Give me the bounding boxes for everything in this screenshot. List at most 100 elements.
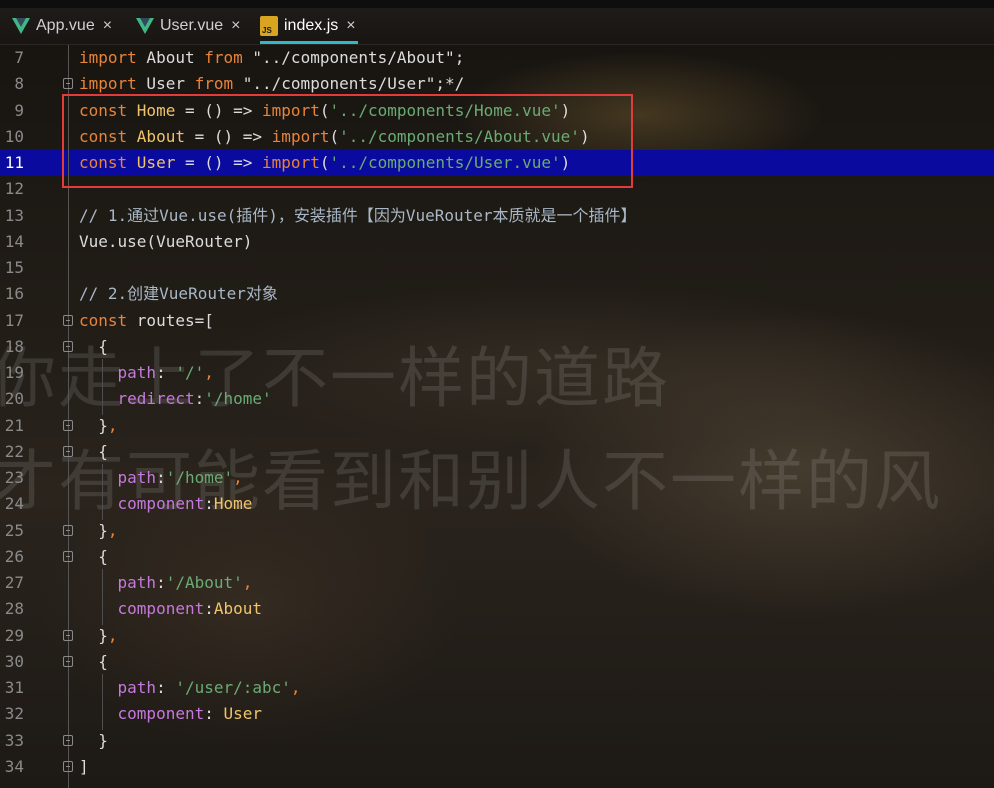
code-token: "../components/About"; bbox=[242, 48, 465, 67]
fold-toggle-icon[interactable] bbox=[63, 419, 73, 431]
tab-user-vue[interactable]: User.vue × bbox=[136, 8, 240, 44]
line-number: 24 bbox=[4, 494, 24, 514]
code-text: component:About bbox=[79, 596, 263, 622]
code-line[interactable]: 7 import About from "../components/About"… bbox=[0, 45, 994, 71]
close-icon[interactable]: × bbox=[346, 17, 355, 35]
code-token: Home bbox=[213, 494, 253, 514]
code-token: , bbox=[107, 520, 118, 540]
code-text: const routes=[ bbox=[79, 308, 214, 334]
code-line[interactable]: 18 { bbox=[0, 334, 994, 360]
code-token: User bbox=[136, 74, 195, 94]
code-token: : bbox=[204, 494, 214, 514]
line-number: 18 bbox=[4, 336, 24, 356]
code-token: '/' bbox=[175, 363, 205, 382]
code-line[interactable]: 21 }, bbox=[0, 413, 994, 439]
code-token: component bbox=[117, 599, 205, 619]
code-token: // 2.创建VueRouter对象 bbox=[79, 284, 278, 304]
code-line[interactable]: 28 component:About bbox=[0, 596, 994, 622]
code-text: // 1.通过Vue.use(插件)，安装插件【因为VueRouter本质就是一… bbox=[79, 203, 637, 229]
code-text: }, bbox=[79, 518, 118, 544]
code-text: { bbox=[79, 334, 108, 360]
code-line[interactable]: 20 redirect:'/home' bbox=[0, 386, 994, 412]
fold-toggle-icon[interactable] bbox=[63, 550, 73, 562]
fold-toggle-icon[interactable] bbox=[63, 655, 73, 667]
code-line[interactable]: 29 }, bbox=[0, 623, 994, 649]
code-line[interactable]: 24 component:Home bbox=[0, 491, 994, 517]
line-number: 30 bbox=[4, 651, 24, 671]
line-number: 27 bbox=[4, 573, 24, 592]
code-token: "../components/User";*/ bbox=[233, 74, 465, 94]
code-token: : bbox=[194, 389, 205, 409]
line-number: 26 bbox=[4, 546, 24, 566]
line-number: 23 bbox=[4, 468, 24, 487]
code-token: path bbox=[117, 678, 157, 697]
fold-toggle-icon[interactable] bbox=[63, 314, 73, 326]
code-line[interactable]: 13 // 1.通过Vue.use(插件)，安装插件【因为VueRouter本质就… bbox=[0, 203, 994, 229]
line-number: 17 bbox=[4, 310, 24, 330]
code-editor[interactable]: 你走上了不一样的道路 才有可能看到和别人不一样的风 7 import About … bbox=[0, 45, 994, 788]
code-line[interactable]: 27 path:'/About', bbox=[0, 570, 994, 596]
code-token: , bbox=[204, 363, 214, 382]
code-line[interactable]: 16 // 2.创建VueRouter对象 bbox=[0, 281, 994, 307]
fold-toggle-icon[interactable] bbox=[63, 734, 73, 746]
code-token: : bbox=[156, 468, 166, 487]
code-token: , bbox=[107, 625, 118, 645]
line-number: 21 bbox=[4, 415, 24, 435]
code-text: redirect:'/home' bbox=[79, 386, 272, 412]
code-token: path bbox=[117, 468, 157, 487]
fold-toggle-icon[interactable] bbox=[63, 629, 73, 641]
code-text: // 2.创建VueRouter对象 bbox=[79, 281, 278, 307]
code-line[interactable]: 34] bbox=[0, 754, 994, 780]
code-token: { bbox=[79, 651, 108, 671]
code-text: ] bbox=[79, 754, 89, 780]
code-token: from bbox=[204, 48, 243, 67]
code-line[interactable]: 31 path: '/user/:abc', bbox=[0, 675, 994, 701]
code-token: '/user/:abc' bbox=[175, 678, 291, 697]
code-token: , bbox=[233, 468, 243, 487]
code-token: , bbox=[290, 678, 301, 697]
line-number: 12 bbox=[4, 179, 24, 199]
code-token: '/home' bbox=[204, 389, 272, 409]
line-number: 7 bbox=[14, 48, 24, 67]
tab-index-js[interactable]: JS index.js × bbox=[260, 8, 358, 44]
code-token: : bbox=[156, 573, 166, 592]
code-text: { bbox=[79, 439, 108, 465]
fold-toggle-icon[interactable] bbox=[63, 445, 73, 457]
code-line[interactable]: 23 path:'/home', bbox=[0, 465, 994, 491]
code-token: from bbox=[194, 74, 234, 94]
code-line[interactable]: 15 bbox=[0, 255, 994, 281]
line-number: 15 bbox=[4, 258, 24, 277]
close-icon[interactable]: × bbox=[231, 17, 240, 35]
line-number: 14 bbox=[4, 231, 24, 251]
code-token: import bbox=[79, 48, 137, 67]
code-token: , bbox=[242, 573, 253, 592]
fold-toggle-icon[interactable] bbox=[63, 78, 73, 90]
code-token: About bbox=[136, 48, 205, 67]
code-text: path:'/About', bbox=[79, 570, 253, 596]
editor-tab-bar: App.vue × User.vue × JS index.js × bbox=[0, 8, 994, 45]
code-line[interactable]: 14 Vue.use(VueRouter) bbox=[0, 229, 994, 255]
line-number: 25 bbox=[4, 520, 24, 540]
fold-toggle-icon[interactable] bbox=[63, 524, 73, 536]
code-token: , bbox=[107, 415, 118, 435]
code-line[interactable]: 25 }, bbox=[0, 518, 994, 544]
tab-app-vue[interactable]: App.vue × bbox=[12, 8, 112, 44]
code-line[interactable]: 22 { bbox=[0, 439, 994, 465]
code-token: path bbox=[117, 573, 157, 592]
code-line[interactable]: 32 component: User bbox=[0, 701, 994, 727]
code-line[interactable]: 26 { bbox=[0, 544, 994, 570]
fold-toggle-icon[interactable] bbox=[63, 760, 73, 772]
code-line[interactable]: 33 } bbox=[0, 728, 994, 754]
code-line[interactable]: 17 const routes=[ bbox=[0, 308, 994, 334]
annotation-highlight-box bbox=[62, 94, 633, 188]
code-token: } bbox=[79, 415, 108, 435]
code-token: path bbox=[117, 363, 157, 382]
code-line[interactable]: 30 { bbox=[0, 649, 994, 675]
close-icon[interactable]: × bbox=[103, 17, 112, 35]
fold-toggle-icon[interactable] bbox=[63, 340, 73, 352]
code-token: // 1.通过Vue.use(插件)，安装插件【因为VueRouter本质就是一… bbox=[79, 205, 637, 225]
code-line[interactable]: 19 path: '/', bbox=[0, 360, 994, 386]
line-number: 29 bbox=[4, 625, 24, 645]
